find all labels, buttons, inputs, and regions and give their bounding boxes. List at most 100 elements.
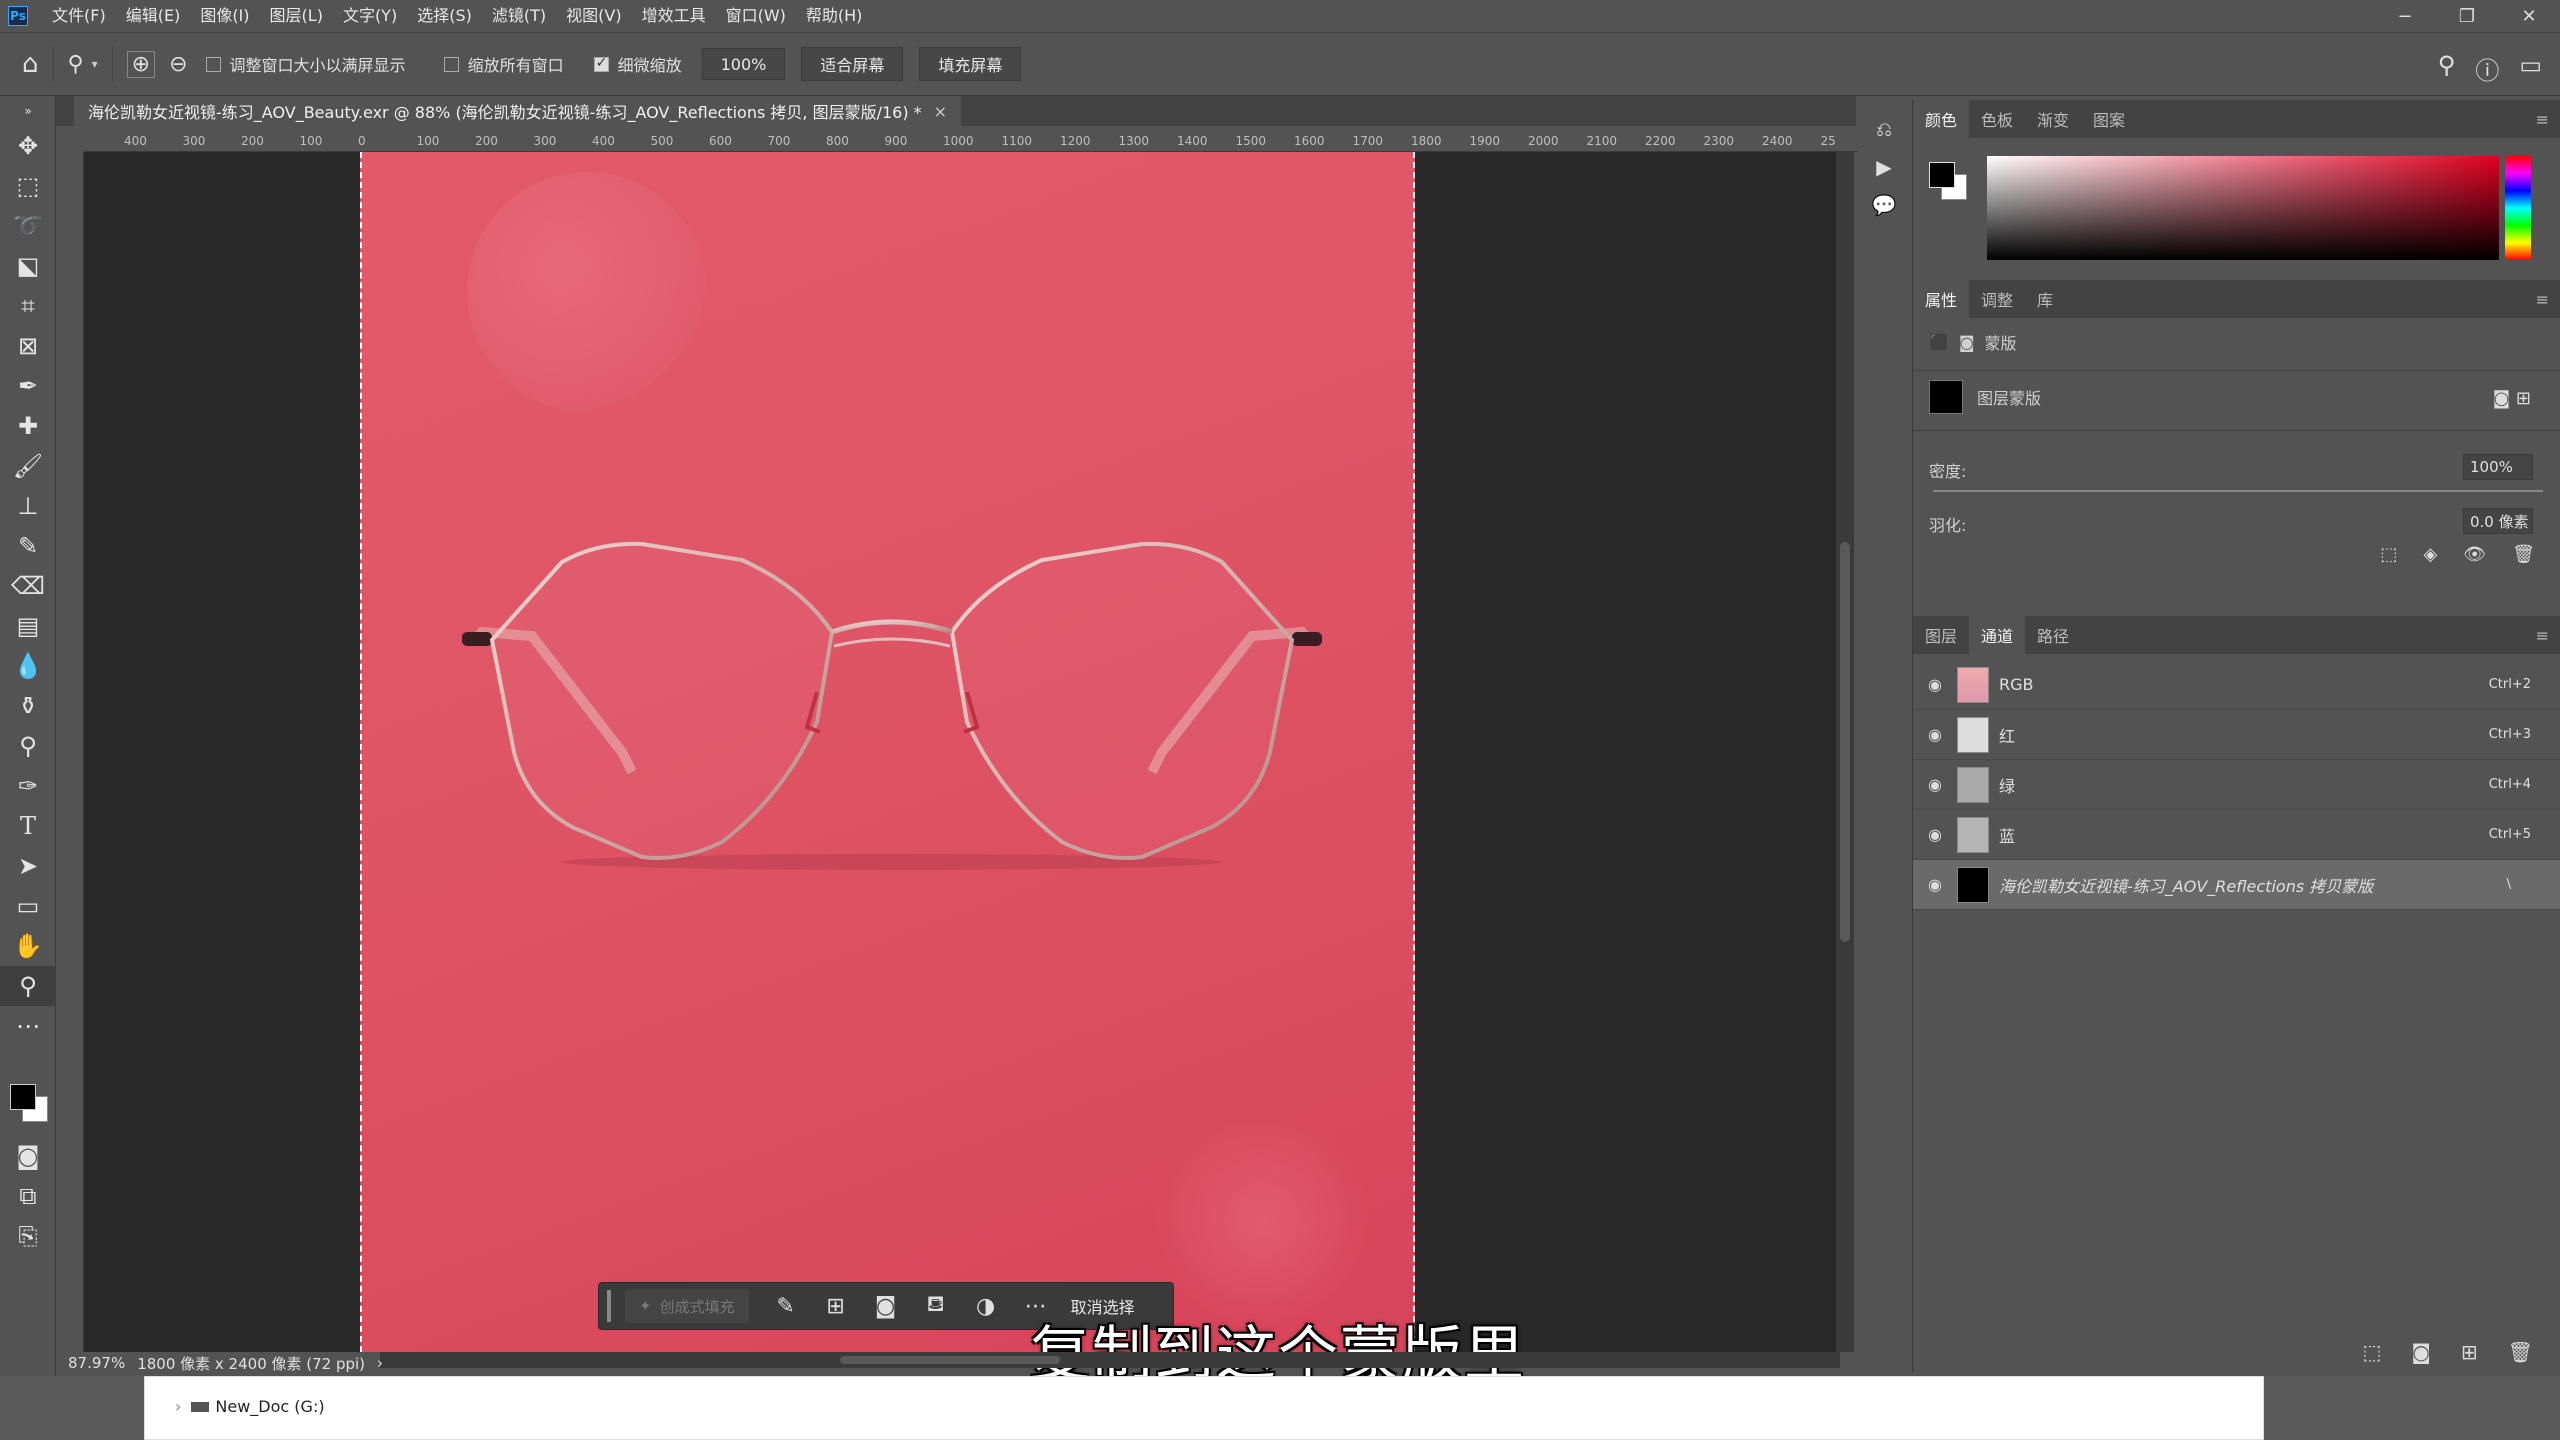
eyedropper-tool-icon[interactable]: ✒ — [0, 366, 56, 406]
trash-icon[interactable]: 🗑 — [2512, 544, 2535, 565]
adjustment-icon[interactable]: ◑ — [961, 1294, 1011, 1319]
eye-icon[interactable]: ◉ — [1917, 725, 1953, 744]
share-icon[interactable]: ⎘ — [0, 1216, 56, 1256]
resize-windows-checkbox[interactable]: 调整窗口大小以满屏显示 — [205, 52, 406, 76]
play-action-icon[interactable]: ▶ — [1866, 148, 1902, 186]
visibility-icon[interactable]: 👁 — [2463, 544, 2486, 565]
zoom-out-icon[interactable]: ⊖ — [169, 52, 187, 77]
tab-color[interactable]: 颜色 — [1913, 100, 1970, 138]
canvas-workspace[interactable]: ✦ 创成式填充 ✎ ⊞ ◙ ⛾ ◑ ⋯ 取消选择 — [84, 152, 1844, 1352]
fill-screen-button[interactable]: 填充屏幕 — [919, 47, 1022, 81]
tab-adjustments[interactable]: 调整 — [1969, 280, 2025, 318]
scrubby-zoom-checkbox[interactable]: 细微缩放 — [593, 52, 682, 76]
scrollbar-thumb[interactable] — [1840, 542, 1850, 942]
dodge-tool-icon[interactable]: ⚱ — [0, 686, 56, 726]
mask-options-icons[interactable]: ◙ ⊞ — [2493, 388, 2531, 409]
vertical-scrollbar[interactable] — [1836, 152, 1854, 1352]
blur-tool-icon[interactable]: 💧 — [0, 646, 56, 686]
type-tool-icon[interactable]: T — [0, 806, 56, 846]
tab-channels[interactable]: 通道 — [1969, 616, 2026, 654]
hue-slider[interactable] — [2505, 156, 2531, 260]
menu-type[interactable]: 文字(Y) — [333, 0, 407, 32]
chevron-down-icon[interactable]: ▾ — [92, 57, 98, 71]
menu-window[interactable]: 窗口(W) — [716, 0, 796, 32]
load-channel-selection-icon[interactable]: ⬚ — [2363, 1340, 2382, 1364]
menu-edit[interactable]: 编辑(E) — [116, 0, 191, 32]
checkbox-box[interactable] — [443, 56, 459, 72]
path-select-tool-icon[interactable]: ➤ — [0, 846, 56, 886]
save-selection-icon[interactable]: ◙ — [2411, 1340, 2430, 1364]
history-icon[interactable]: ⎌ — [1866, 110, 1902, 148]
checkbox-box[interactable] — [593, 55, 609, 72]
document-tab[interactable]: 海伦凯勒女近视镜-练习_AOV_Beauty.exr @ 88% (海伦凯勒女近… — [74, 96, 962, 126]
new-channel-icon[interactable]: ⊞ — [2461, 1340, 2478, 1364]
workspace-icon[interactable]: ▭ — [2519, 51, 2542, 86]
history-brush-icon[interactable]: ✎ — [0, 526, 56, 566]
rectangle-tool-icon[interactable]: ▭ — [0, 886, 56, 926]
feather-input[interactable]: 0.0 像素 — [2463, 508, 2533, 534]
foreground-color-swatch[interactable] — [1929, 162, 1955, 188]
eye-icon[interactable]: ◉ — [1917, 825, 1953, 844]
frame-tool-icon[interactable]: ⊠ — [0, 326, 56, 366]
apply-mask-icon[interactable]: ◈ — [2423, 544, 2437, 565]
close-tab-icon[interactable]: × — [934, 102, 947, 121]
tab-libraries[interactable]: 库 — [2025, 280, 2065, 318]
drag-handle[interactable] — [607, 1290, 611, 1322]
tab-properties[interactable]: 属性 — [1913, 280, 1970, 318]
channel-row-rgb[interactable]: ◉ RGB Ctrl+2 — [1913, 660, 2560, 710]
minimize-icon[interactable]: − — [2374, 0, 2436, 32]
collapse-icon[interactable]: » — [0, 96, 56, 126]
stamp-tool-icon[interactable]: ⊥ — [0, 486, 56, 526]
gradient-tool-icon[interactable]: ▤ — [0, 606, 56, 646]
menu-file[interactable]: 文件(F) — [42, 0, 116, 32]
object-select-tool-icon[interactable]: ⬕ — [0, 246, 56, 286]
chevron-right-icon[interactable]: › — [377, 1354, 383, 1372]
menu-view[interactable]: 视图(V) — [556, 0, 631, 32]
foreground-color-swatch[interactable] — [10, 1084, 36, 1110]
menu-layer[interactable]: 图层(L) — [260, 0, 333, 32]
channel-row-red[interactable]: ◉ 红 Ctrl+3 — [1913, 710, 2560, 760]
document-canvas[interactable] — [360, 152, 1415, 1352]
more-tools-icon[interactable]: ⋯ — [0, 1006, 56, 1046]
menu-help[interactable]: 帮助(H) — [796, 0, 873, 32]
pen-tool-icon[interactable]: ✑ — [0, 766, 56, 806]
home-icon[interactable]: ⌂ — [22, 49, 39, 79]
chevron-right-icon[interactable]: › — [175, 1397, 181, 1416]
eye-icon[interactable]: ◉ — [1917, 775, 1953, 794]
screen-mode-icon[interactable]: ⧉ — [0, 1176, 56, 1216]
restore-icon[interactable]: ❐ — [2436, 0, 2498, 32]
tab-layers[interactable]: 图层 — [1913, 616, 1969, 654]
panel-menu-icon[interactable]: ≡ — [2536, 110, 2549, 129]
generative-fill-button[interactable]: ✦ 创成式填充 — [625, 1289, 749, 1323]
eye-icon[interactable]: ◉ — [1917, 675, 1953, 694]
color-picker-field[interactable] — [1987, 156, 2499, 260]
hand-tool-icon[interactable]: ✋ — [0, 926, 56, 966]
zoom-all-windows-checkbox[interactable]: 缩放所有窗口 — [443, 52, 564, 76]
menu-plugins[interactable]: 增效工具 — [632, 0, 716, 32]
tab-gradients[interactable]: 渐变 — [2025, 100, 2081, 138]
fill-icon[interactable]: ⛾ — [911, 1292, 961, 1320]
search-icon[interactable]: ⚲ — [2438, 51, 2456, 86]
channel-row-mask[interactable]: ◉ 海伦凯勒女近视镜-练习_AOV_Reflections 拷贝蒙版 \ — [1913, 860, 2560, 910]
healing-tool-icon[interactable]: ✚ — [0, 406, 56, 446]
sponge-tool-icon[interactable]: ⚲ — [0, 726, 56, 766]
tab-paths[interactable]: 路径 — [2025, 616, 2081, 654]
lasso-tool-icon[interactable]: ➰ — [0, 206, 56, 246]
zoom-percent-field[interactable]: 100% — [701, 48, 786, 80]
channel-row-blue[interactable]: ◉ 蓝 Ctrl+5 — [1913, 810, 2560, 860]
help-icon[interactable]: ⓘ — [2475, 51, 2499, 86]
menu-select[interactable]: 选择(S) — [407, 0, 482, 32]
quick-mask-icon[interactable]: ◙ — [0, 1136, 56, 1176]
zoom-level[interactable]: 87.97% — [68, 1354, 125, 1372]
load-selection-icon[interactable]: ⬚ — [2380, 544, 2397, 565]
channel-row-green[interactable]: ◉ 绿 Ctrl+4 — [1913, 760, 2560, 810]
close-icon[interactable]: ✕ — [2498, 0, 2560, 32]
zoom-tool-icon[interactable]: ⚲ — [0, 966, 56, 1006]
mask-icon[interactable]: ◙ — [861, 1294, 911, 1319]
move-tool-icon[interactable]: ✥ — [0, 126, 56, 166]
crop-tool-icon[interactable]: ⌗ — [0, 286, 56, 326]
panel-menu-icon[interactable]: ≡ — [2536, 290, 2549, 309]
eraser-tool-icon[interactable]: ⌫ — [0, 566, 56, 606]
marquee-tool-icon[interactable]: ⬚ — [0, 166, 56, 206]
density-input[interactable]: 100% — [2463, 454, 2533, 480]
